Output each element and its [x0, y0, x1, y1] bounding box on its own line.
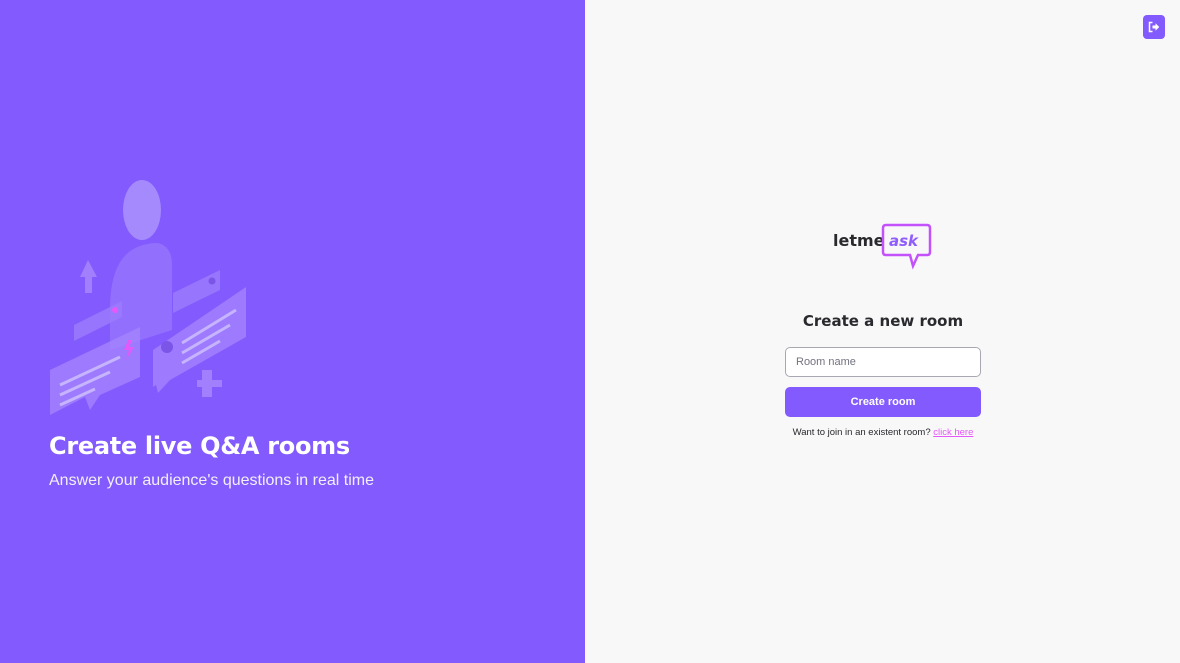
- logo-text-accent: ask: [889, 232, 919, 250]
- join-room-prompt: Want to join in an existent room? click …: [793, 427, 974, 438]
- main-panel: letme ask Create a new room Create room …: [585, 0, 1180, 663]
- form-title: Create a new room: [802, 312, 964, 330]
- join-room-text: Want to join in an existent room?: [792, 427, 931, 438]
- letmeask-logo: letme ask: [833, 223, 932, 270]
- join-room-link[interactable]: click here: [933, 427, 973, 438]
- hero-title: Create live Q&A rooms: [49, 432, 350, 460]
- room-name-input[interactable]: [785, 347, 981, 377]
- hero-subtitle: Answer your audience's questions in real…: [49, 472, 374, 489]
- logout-button[interactable]: [1143, 15, 1165, 39]
- logo-text-main: letme: [833, 231, 885, 250]
- sign-out-icon: [1148, 21, 1160, 33]
- create-room-form: letme ask Create a new room Create room …: [785, 222, 981, 438]
- create-room-button[interactable]: Create room: [785, 387, 981, 417]
- hero-panel: Create live Q&A rooms Answer your audien…: [0, 0, 585, 663]
- qa-illustration-icon: [50, 180, 246, 415]
